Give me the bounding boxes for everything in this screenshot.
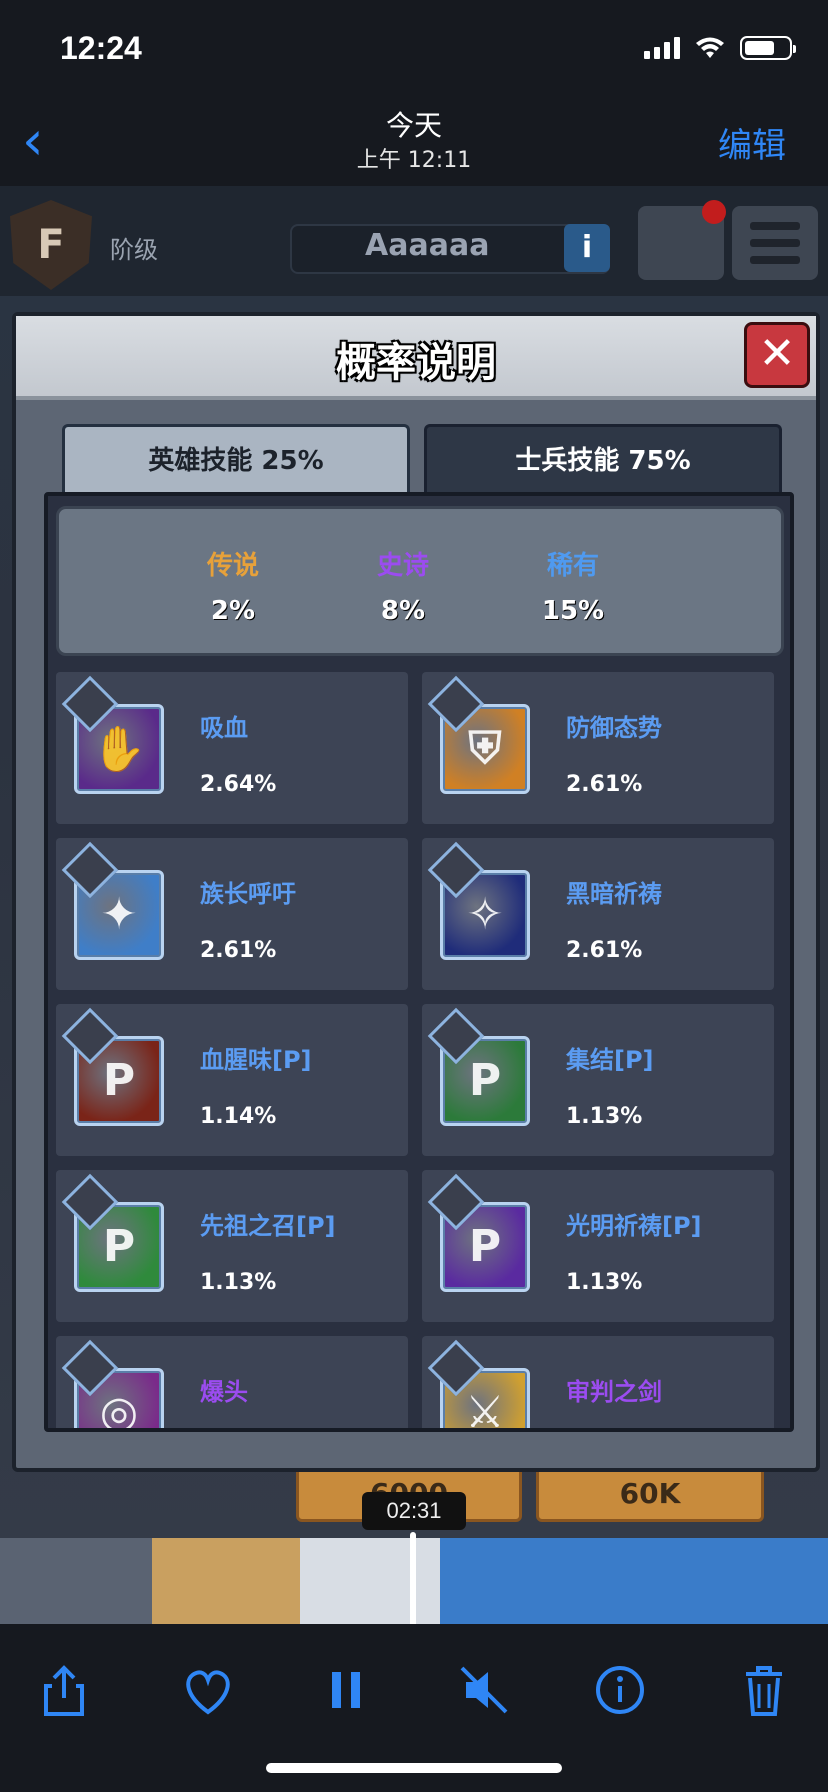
- skill-probability: 2.61%: [200, 938, 277, 963]
- edit-button[interactable]: 编辑: [718, 118, 786, 167]
- rarity-value: 8%: [380, 596, 426, 626]
- rank-label: 阶级: [110, 236, 158, 264]
- skill-card[interactable]: P 光明祈祷[P] 1.13%: [422, 1170, 774, 1322]
- skill-probability: 2.64%: [200, 772, 277, 797]
- skill-probability: 1.13%: [566, 1270, 643, 1295]
- skill-card[interactable]: ◎ 爆头: [56, 1336, 408, 1428]
- tab-hero-skills[interactable]: 英雄技能 25%: [62, 424, 410, 492]
- skill-card[interactable]: P 血腥味[P] 1.14%: [56, 1004, 408, 1156]
- film-frame: [300, 1538, 440, 1624]
- rarity-value: 2%: [210, 596, 256, 626]
- dialog-title: 概率说明: [336, 340, 496, 386]
- skill-card[interactable]: ✦ 族长呼吁 2.61%: [56, 838, 408, 990]
- skill-probability: 2.61%: [566, 772, 643, 797]
- nav-title: 今天: [385, 109, 442, 142]
- probability-dialog: 概率说明 ✕ 英雄技能 25% 士兵技能 75% 传说 2% 史诗 8% 稀有 …: [12, 312, 820, 1472]
- cellular-signal-icon: [644, 37, 680, 59]
- playhead-scrubber[interactable]: [410, 1532, 416, 1630]
- tab-soldier-skills[interactable]: 士兵技能 75%: [424, 424, 782, 492]
- skill-name: 爆头: [200, 1378, 248, 1406]
- film-frame: [440, 1538, 828, 1624]
- rarity-value: 15%: [541, 596, 605, 626]
- rarity-epic: 史诗 8%: [333, 545, 473, 626]
- film-frame: [0, 1538, 152, 1624]
- rarity-legendary: 传说 2%: [163, 545, 303, 626]
- trash-icon[interactable]: [734, 1660, 794, 1720]
- skill-probability: 1.14%: [200, 1104, 277, 1129]
- skill-probability: 2.61%: [566, 938, 643, 963]
- skill-probability: 1.13%: [200, 1270, 277, 1295]
- skill-card[interactable]: ⚔ 审判之剑: [422, 1336, 774, 1428]
- nav-subtitle: 上午 12:11: [356, 148, 472, 173]
- player-info-button[interactable]: i: [564, 224, 610, 272]
- rarity-name: 史诗: [376, 551, 429, 581]
- home-indicator: [266, 1763, 562, 1773]
- coin-button-right[interactable]: 60K: [536, 1466, 764, 1522]
- skill-card[interactable]: ⛨ 防御态势 2.61%: [422, 672, 774, 824]
- skill-name: 防御态势: [566, 714, 662, 742]
- wifi-icon: [696, 37, 724, 58]
- video-elapsed-time: 02:31: [362, 1492, 466, 1530]
- film-frame: [152, 1538, 300, 1624]
- skill-card[interactable]: ✧ 黑暗祈祷 2.61%: [422, 838, 774, 990]
- rarity-summary: 传说 2% 史诗 8% 稀有 15%: [56, 506, 784, 656]
- skill-probability: 1.13%: [566, 1104, 643, 1129]
- menu-button[interactable]: [732, 206, 818, 280]
- rarity-name: 稀有: [546, 551, 599, 581]
- heart-icon[interactable]: [178, 1660, 238, 1720]
- skill-grid: ✋ 吸血 2.64% ⛨ 防御态势 2.61% ✦ 族长呼吁 2.61% ✧ 黑暗祈祷 2.61% P 血…: [56, 672, 786, 1428]
- battery-icon: [740, 36, 796, 60]
- status-time: 12:24: [60, 30, 142, 66]
- skill-card[interactable]: P 先祖之召[P] 1.13%: [56, 1170, 408, 1322]
- skills-panel: 传说 2% 史诗 8% 稀有 15% ✋ 吸血 2.64% ⛨ 防御态势 2.61% ✦ 族长…: [44, 492, 794, 1432]
- speaker-muted-icon[interactable]: [454, 1660, 514, 1720]
- pause-icon[interactable]: [316, 1660, 376, 1720]
- skill-name: 集结[P]: [566, 1046, 654, 1074]
- status-bar: 12:24: [0, 0, 828, 96]
- skill-name: 光明祈祷[P]: [566, 1212, 702, 1240]
- skill-name: 审判之剑: [566, 1378, 662, 1406]
- skill-card[interactable]: P 集结[P] 1.13%: [422, 1004, 774, 1156]
- rarity-name: 传说: [206, 551, 259, 581]
- status-icons: [644, 36, 796, 60]
- skill-name: 血腥味[P]: [200, 1046, 312, 1074]
- skill-name: 吸血: [200, 714, 248, 742]
- info-icon[interactable]: [590, 1660, 650, 1720]
- skill-card[interactable]: ✋ 吸血 2.64%: [56, 672, 408, 824]
- skill-name: 先祖之召[P]: [200, 1212, 336, 1240]
- notification-dot: [702, 200, 726, 224]
- skill-name: 黑暗祈祷: [566, 880, 662, 908]
- dialog-header: 概率说明 ✕: [16, 316, 816, 400]
- photos-nav-bar: ‹ 今天 上午 12:11 编辑: [0, 96, 828, 186]
- close-button[interactable]: ✕: [744, 322, 810, 388]
- skill-name: 族长呼吁: [200, 880, 296, 908]
- player-name: Aaaaaa: [365, 228, 490, 263]
- rarity-rare: 稀有 15%: [503, 545, 643, 626]
- share-icon[interactable]: [34, 1660, 94, 1720]
